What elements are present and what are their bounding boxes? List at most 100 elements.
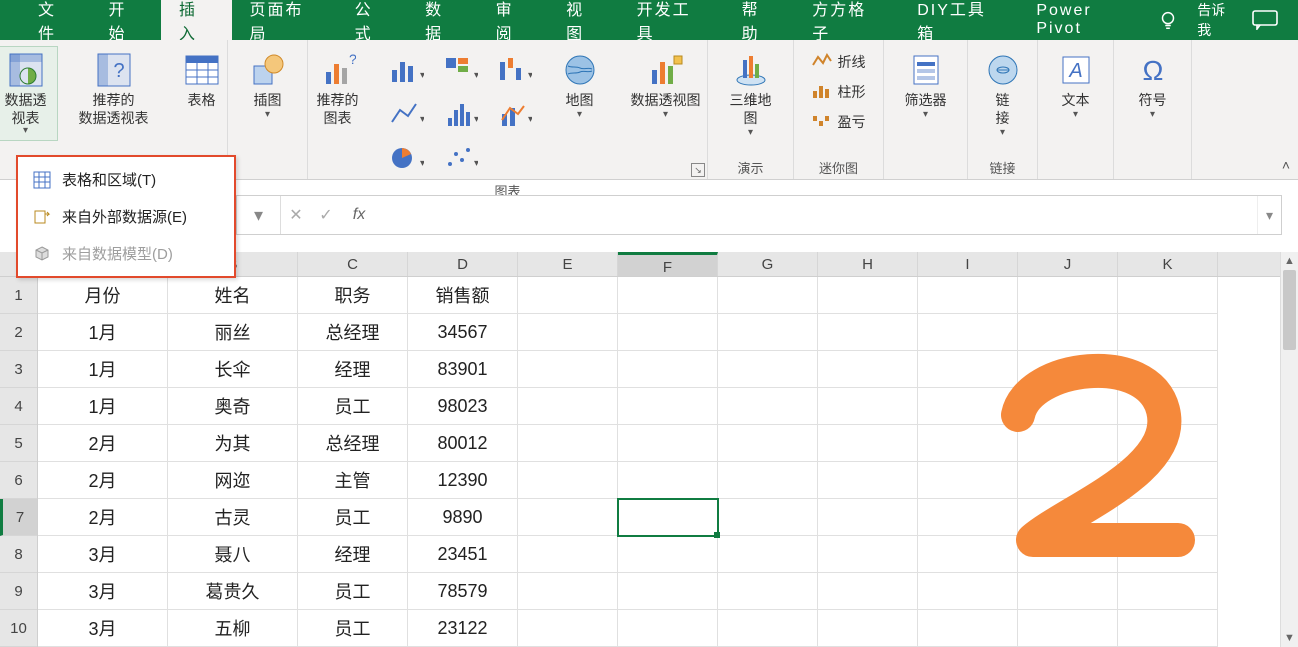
cell[interactable]: [818, 499, 918, 536]
cell[interactable]: 古灵: [168, 499, 298, 536]
cell[interactable]: [518, 462, 618, 499]
recommended-charts-button[interactable]: ? 推荐的 图表: [302, 46, 374, 132]
cell[interactable]: [618, 351, 718, 388]
sparkline-column-button[interactable]: 柱形: [812, 80, 866, 104]
tab-pp[interactable]: Power Pivot: [1018, 0, 1157, 40]
row-header[interactable]: 6: [0, 462, 37, 499]
cell[interactable]: 经理: [298, 536, 408, 573]
cell[interactable]: 长伞: [168, 351, 298, 388]
cell[interactable]: [618, 425, 718, 462]
cell[interactable]: [918, 610, 1018, 647]
cell[interactable]: 丽丝: [168, 314, 298, 351]
table-button[interactable]: 表格: [170, 46, 234, 114]
tab-formulas[interactable]: 公式: [337, 0, 408, 40]
cell[interactable]: [1018, 425, 1118, 462]
scroll-track[interactable]: [1281, 270, 1298, 629]
hierarchy-chart-button[interactable]: ▾: [436, 50, 486, 90]
grid[interactable]: A B C D E F G H I J K 月份 姓名 职务 销售额 1: [38, 252, 1298, 647]
formula-expand-button[interactable]: ▾: [1257, 196, 1281, 234]
tab-home[interactable]: 开始: [91, 0, 162, 40]
fx-button[interactable]: fx: [341, 206, 377, 224]
scroll-down-button[interactable]: ▼: [1281, 629, 1298, 647]
cell[interactable]: [918, 536, 1018, 573]
cell[interactable]: 2月: [38, 425, 168, 462]
col-header[interactable]: I: [918, 252, 1018, 276]
cell[interactable]: 员工: [298, 388, 408, 425]
pivot-table-button[interactable]: 数据透 视表 ▾: [0, 46, 58, 141]
name-box-dropdown[interactable]: ▾: [237, 196, 281, 234]
cell[interactable]: 2月: [38, 462, 168, 499]
tellme-label[interactable]: 告诉我: [1197, 0, 1234, 40]
tab-diy[interactable]: DIY工具箱: [899, 0, 1018, 40]
cell[interactable]: 销售额: [408, 277, 518, 314]
cell[interactable]: 1月: [38, 388, 168, 425]
formula-enter-button[interactable]: ✓: [311, 205, 341, 225]
cell[interactable]: [1118, 425, 1218, 462]
row-header[interactable]: 8: [0, 536, 37, 573]
cell[interactable]: 1月: [38, 351, 168, 388]
sparkline-winloss-button[interactable]: 盈亏: [812, 110, 866, 134]
scroll-thumb[interactable]: [1283, 270, 1296, 350]
cell[interactable]: 姓名: [168, 277, 298, 314]
row-header[interactable]: 7: [0, 499, 37, 536]
cell[interactable]: [718, 462, 818, 499]
cell[interactable]: [518, 425, 618, 462]
cell[interactable]: [918, 499, 1018, 536]
cell[interactable]: [1018, 388, 1118, 425]
scatter-chart-button[interactable]: ▾: [436, 138, 486, 178]
row-header[interactable]: 10: [0, 610, 37, 647]
cell[interactable]: 主管: [298, 462, 408, 499]
combo-chart-button[interactable]: ▾: [490, 94, 540, 134]
recommended-pivot-button[interactable]: ? 推荐的 数据透视表: [64, 46, 164, 132]
cell[interactable]: [618, 462, 718, 499]
cell[interactable]: [718, 536, 818, 573]
tab-help[interactable]: 帮助: [724, 0, 795, 40]
cell[interactable]: [1118, 536, 1218, 573]
cell[interactable]: [918, 388, 1018, 425]
tab-insert[interactable]: 插入: [161, 0, 232, 40]
cell[interactable]: [918, 314, 1018, 351]
cell[interactable]: [518, 610, 618, 647]
row-header[interactable]: 3: [0, 351, 37, 388]
cell[interactable]: [818, 388, 918, 425]
col-header[interactable]: E: [518, 252, 618, 276]
col-header[interactable]: F: [618, 252, 718, 276]
cell[interactable]: [1118, 610, 1218, 647]
statistic-chart-button[interactable]: ▾: [436, 94, 486, 134]
tab-pagelayout[interactable]: 页面布局: [232, 0, 337, 40]
col-header[interactable]: G: [718, 252, 818, 276]
row-header[interactable]: 2: [0, 314, 37, 351]
cell[interactable]: [918, 573, 1018, 610]
waterfall-chart-button[interactable]: ▾: [490, 50, 540, 90]
col-header[interactable]: C: [298, 252, 408, 276]
tab-file[interactable]: 文件: [20, 0, 91, 40]
cell[interactable]: [1018, 536, 1118, 573]
pivot-from-range[interactable]: 表格和区域(T): [18, 161, 234, 198]
cell[interactable]: 2月: [38, 499, 168, 536]
cell[interactable]: [818, 462, 918, 499]
symbol-button[interactable]: Ω 符号 ▾: [1121, 46, 1185, 125]
sparkline-line-button[interactable]: 折线: [812, 50, 866, 74]
cell[interactable]: [918, 462, 1018, 499]
cell[interactable]: 员工: [298, 610, 408, 647]
col-header[interactable]: J: [1018, 252, 1118, 276]
cell[interactable]: [1018, 499, 1118, 536]
illustrations-button[interactable]: 插图 ▾: [236, 46, 300, 125]
cell[interactable]: [1018, 610, 1118, 647]
cell[interactable]: [818, 351, 918, 388]
formula-cancel-button[interactable]: ✕: [281, 205, 311, 225]
cell[interactable]: [518, 536, 618, 573]
tab-review[interactable]: 审阅: [478, 0, 549, 40]
cell[interactable]: 3月: [38, 573, 168, 610]
cell[interactable]: 12390: [408, 462, 518, 499]
cell[interactable]: [718, 388, 818, 425]
3dmap-button[interactable]: 三维地 图 ▾: [719, 46, 783, 143]
text-button[interactable]: A 文本 ▾: [1044, 46, 1108, 125]
cell[interactable]: [618, 388, 718, 425]
cell[interactable]: 78579: [408, 573, 518, 610]
row-header[interactable]: 5: [0, 425, 37, 462]
cell[interactable]: [818, 610, 918, 647]
cell[interactable]: 3月: [38, 610, 168, 647]
cell[interactable]: 奥奇: [168, 388, 298, 425]
vertical-scrollbar[interactable]: ▲ ▼: [1280, 252, 1298, 647]
